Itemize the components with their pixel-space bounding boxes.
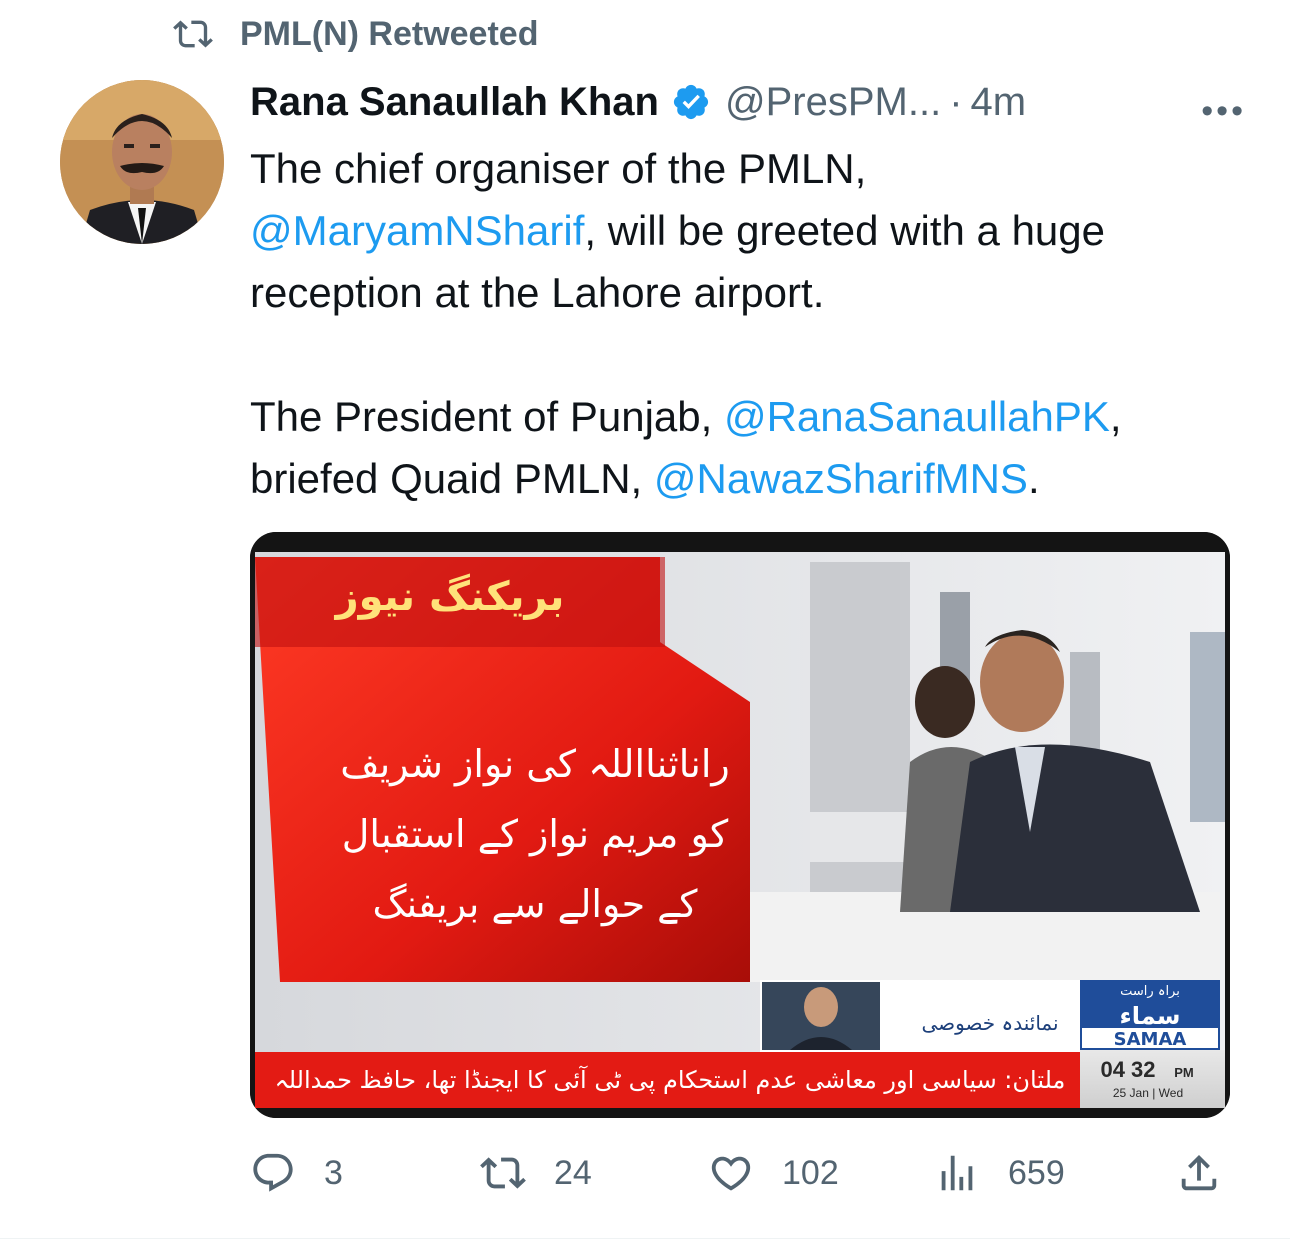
author-name[interactable]: Rana Sanaullah Khan: [250, 80, 659, 125]
retweet-icon: [173, 20, 213, 48]
tweet-media-image[interactable]: بریکنگ نیوز راناثنااللہ کی نواز شریف کو …: [250, 532, 1230, 1118]
like-count: 102: [782, 1153, 839, 1192]
breaking-news-label: بریکنگ نیوز: [334, 573, 565, 620]
share-icon: [1181, 1154, 1217, 1191]
reply-icon: [253, 1153, 293, 1192]
divider: [0, 1238, 1290, 1239]
reply-button[interactable]: 3: [250, 1148, 343, 1198]
avatar[interactable]: [60, 80, 224, 244]
news-ticker: ملتان: سیاسی اور معاشی عدم استحکام پی ٹی…: [275, 1065, 1066, 1094]
headline-line-3: کے حوالے سے بریفنگ: [372, 882, 698, 927]
share-button[interactable]: [1176, 1148, 1250, 1198]
verified-badge-icon: [673, 84, 709, 120]
reporter-label: نمائندہ خصوصی: [921, 1011, 1058, 1035]
mention-link[interactable]: @RanaSanaullahPK: [724, 393, 1110, 440]
news-screenshot: بریکنگ نیوز راناثنااللہ کی نواز شریف کو …: [250, 532, 1230, 1118]
retweet-action-icon: [480, 1157, 526, 1189]
analytics-icon: [941, 1155, 973, 1191]
tweet-paragraph-1: The chief organiser of the PMLN, @MaryamN…: [250, 138, 1250, 324]
more-options-icon[interactable]: •••: [1201, 92, 1246, 131]
live-label: براہ راست: [1120, 984, 1180, 999]
tweet-actions: 3 24 102 659: [250, 1148, 1230, 1198]
reply-count: 3: [324, 1153, 343, 1192]
clock-time: 04 32: [1100, 1057, 1155, 1082]
tweet-timestamp[interactable]: 4m: [971, 80, 1027, 125]
views-button[interactable]: 659: [934, 1148, 1065, 1198]
like-button[interactable]: 102: [708, 1148, 839, 1198]
views-count: 659: [1008, 1153, 1065, 1192]
clock-date: 25 Jan | Wed: [1113, 1086, 1183, 1100]
author-handle[interactable]: @PresPM...: [725, 80, 941, 125]
channel-urdu-logo: سماء: [1120, 1002, 1181, 1030]
retweet-banner[interactable]: PML(N) Retweeted: [168, 12, 538, 56]
tweet-header: Rana Sanaullah Khan @PresPM... · 4m: [250, 76, 1250, 128]
tweet-paragraph-2: The President of Punjab, @RanaSanaullahP…: [250, 386, 1250, 510]
text-segment: .: [1027, 455, 1040, 502]
tweet-text: The chief organiser of the PMLN, @MaryamN…: [250, 138, 1250, 510]
text-segment: The President of Punjab,: [250, 393, 724, 440]
text-segment: The chief organiser of the PMLN,: [250, 145, 867, 192]
mention-link[interactable]: @NawazSharifMNS: [654, 455, 1028, 502]
heart-icon: [711, 1156, 751, 1191]
channel-name: SAMAA: [1114, 1029, 1187, 1050]
clock-ampm: PM: [1174, 1065, 1194, 1080]
avatar-image: [60, 80, 224, 244]
headline-line-1: راناثنااللہ کی نواز شریف: [340, 742, 730, 787]
retweet-count: 24: [554, 1153, 592, 1192]
headline-line-2: کو مریم نواز کے استقبال: [342, 812, 729, 857]
retweet-banner-label: PML(N) Retweeted: [240, 14, 539, 53]
separator-dot: ·: [949, 79, 963, 124]
retweet-button[interactable]: 24: [480, 1148, 592, 1198]
mention-link[interactable]: @MaryamNSharif: [250, 207, 584, 254]
